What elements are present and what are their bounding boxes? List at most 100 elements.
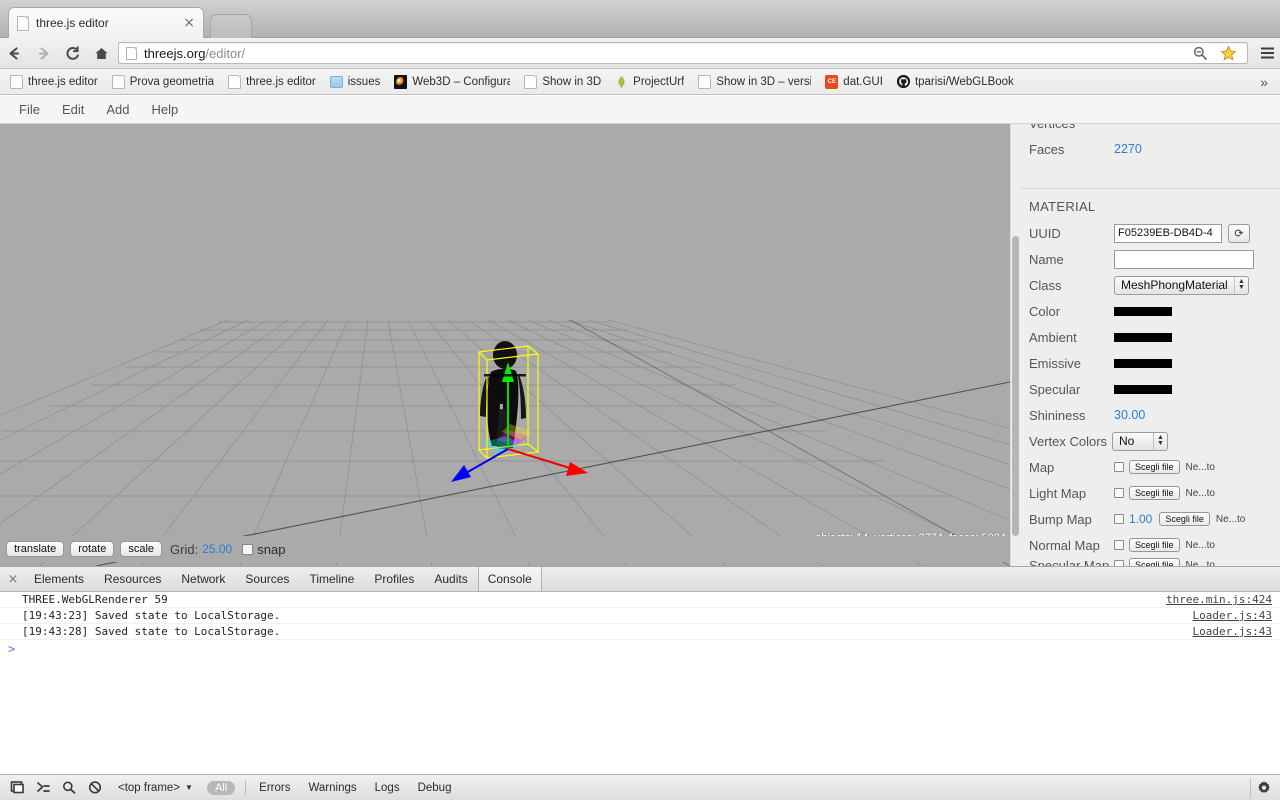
bookmark-item[interactable]: tparisi/WebGLBook: [891, 72, 1020, 92]
bumpmap-enable-checkbox[interactable]: [1114, 514, 1124, 524]
tab-network[interactable]: Network: [171, 567, 235, 591]
normalmap-enable-checkbox[interactable]: [1114, 540, 1124, 550]
uuid-refresh-icon[interactable]: ⟳: [1228, 223, 1250, 243]
uuid-input[interactable]: F05239EB-DB4D-4: [1114, 223, 1222, 243]
tab-elements[interactable]: Elements: [24, 567, 94, 591]
material-uuid-row: UUID F05239EB-DB4D-4 ⟳: [1020, 220, 1280, 246]
bookmark-item[interactable]: Show in 3D – version: [692, 72, 817, 92]
faces-label: Faces: [1029, 141, 1065, 157]
color-swatch[interactable]: [1114, 306, 1172, 316]
bumpmap-file-status: Ne...to: [1215, 513, 1246, 525]
browser-navigation-bar: threejs.org/editor/: [0, 38, 1280, 69]
vertexcolors-select[interactable]: No ▲ ▼: [1112, 431, 1168, 451]
tab-console[interactable]: Console: [477, 567, 542, 591]
console-source-link[interactable]: Loader.js:43: [1193, 608, 1272, 624]
sidebar-scrollbar-thumb[interactable]: [1012, 236, 1019, 536]
scale-button[interactable]: scale: [120, 541, 163, 557]
console-source-link[interactable]: three.min.js:424: [1166, 592, 1272, 608]
bookmark-item[interactable]: CE dat.GUI: [819, 72, 889, 92]
ambient-swatch[interactable]: [1114, 332, 1172, 342]
material-class-row: Class MeshPhongMaterial ▲ ▼: [1020, 272, 1280, 298]
tab-title: three.js editor: [36, 16, 109, 30]
snap-checkbox[interactable]: [242, 543, 254, 555]
star-icon[interactable]: [1214, 39, 1243, 68]
emissive-swatch[interactable]: [1114, 358, 1172, 368]
filter-logs[interactable]: Logs: [366, 782, 409, 794]
tab-sources[interactable]: Sources: [235, 567, 299, 591]
specular-label: Specular: [1029, 381, 1081, 397]
close-icon[interactable]: ×: [183, 16, 195, 30]
specular-swatch[interactable]: [1114, 384, 1172, 394]
console-output[interactable]: THREE.WebGLRenderer 59 three.min.js:424 …: [0, 592, 1280, 773]
bookmarks-overflow-icon[interactable]: »: [1252, 74, 1276, 90]
bookmark-item[interactable]: ProjectUrf: [609, 72, 690, 92]
bookmark-item[interactable]: three.js editor: [4, 72, 104, 92]
gear-icon[interactable]: [1250, 777, 1276, 798]
bookmark-item[interactable]: three.js editor: [222, 72, 322, 92]
filter-all-pill[interactable]: All: [206, 780, 236, 795]
filter-errors[interactable]: Errors: [250, 782, 299, 794]
browser-tab[interactable]: three.js editor ×: [8, 7, 204, 38]
class-select[interactable]: MeshPhongMaterial ▲ ▼: [1114, 275, 1249, 295]
hamburger-menu-icon[interactable]: [1254, 39, 1280, 68]
sidebar-scrollbar[interactable]: [1011, 124, 1020, 566]
menu-file[interactable]: File: [8, 98, 51, 121]
map-enable-checkbox[interactable]: [1114, 462, 1124, 472]
new-tab-button[interactable]: [210, 14, 252, 38]
lightmap-file-button[interactable]: Scegli file: [1129, 486, 1180, 500]
console-row: [19:43:28] Saved state to LocalStorage. …: [0, 624, 1280, 640]
filter-debug[interactable]: Debug: [409, 782, 461, 794]
devtools-close-icon[interactable]: ×: [2, 567, 24, 591]
material-specularmap-row: Specular Map Scegli file Ne...to: [1020, 558, 1280, 566]
bookmark-item[interactable]: Show in 3D: [518, 72, 607, 92]
menu-add[interactable]: Add: [95, 98, 140, 121]
console-prompt[interactable]: >: [0, 640, 1280, 658]
back-icon[interactable]: [0, 39, 29, 68]
bookmarks-bar: three.js editor Prova geometria three.js…: [0, 69, 1280, 95]
tab-profiles[interactable]: Profiles: [364, 567, 424, 591]
menu-edit[interactable]: Edit: [51, 98, 95, 121]
3d-viewport[interactable]: objects: 14, vertices: 2774, faces: 5004: [0, 124, 1010, 566]
bookmark-label: issues: [347, 75, 381, 88]
faces-value: 2270: [1114, 142, 1142, 156]
class-select-value: MeshPhongMaterial: [1121, 278, 1228, 292]
devtools-panel: × Elements Resources Network Sources Tim…: [0, 566, 1280, 800]
devtools-statusbar: <top frame> ▼ All Errors Warnings Logs D…: [0, 774, 1280, 800]
search-icon[interactable]: [56, 778, 82, 798]
reload-icon[interactable]: [58, 39, 87, 68]
name-input[interactable]: [1114, 249, 1254, 269]
bumpmap-file-button[interactable]: Scegli file: [1159, 512, 1210, 526]
rotate-button[interactable]: rotate: [70, 541, 115, 557]
normalmap-file-button[interactable]: Scegli file: [1129, 538, 1180, 552]
menu-help[interactable]: Help: [141, 98, 190, 121]
address-bar[interactable]: threejs.org/editor/: [118, 42, 1248, 64]
console-drawer-icon[interactable]: [30, 778, 56, 798]
lightmap-enable-checkbox[interactable]: [1114, 488, 1124, 498]
doc-icon: [228, 74, 242, 89]
tab-audits[interactable]: Audits: [424, 567, 477, 591]
bookmark-item[interactable]: Web3D – Configurat: [388, 72, 516, 92]
tab-timeline[interactable]: Timeline: [299, 567, 364, 591]
shininess-value[interactable]: 30.00: [1114, 408, 1145, 422]
devtools-tabbar: × Elements Resources Network Sources Tim…: [0, 567, 1280, 592]
map-file-button[interactable]: Scegli file: [1129, 460, 1180, 474]
material-section-heading: MATERIAL: [1029, 199, 1096, 214]
console-source-link[interactable]: Loader.js:43: [1193, 624, 1272, 640]
shininess-label: Shininess: [1029, 407, 1086, 423]
normalmap-label: Normal Map: [1029, 537, 1100, 553]
clear-console-icon[interactable]: [82, 778, 108, 798]
forward-icon[interactable]: [29, 39, 58, 68]
grid-value[interactable]: 25.00: [202, 542, 232, 556]
specularmap-file-button[interactable]: Scegli file: [1129, 558, 1180, 566]
dock-icon[interactable]: [4, 778, 30, 798]
translate-button[interactable]: translate: [6, 541, 65, 557]
tab-resources[interactable]: Resources: [94, 567, 171, 591]
zoom-out-icon[interactable]: [1185, 39, 1214, 68]
lightmap-file-status: Ne...to: [1185, 487, 1215, 499]
home-icon[interactable]: [87, 39, 116, 68]
bookmark-item[interactable]: Prova geometria: [106, 72, 220, 92]
filter-warnings[interactable]: Warnings: [299, 782, 365, 794]
bookmark-item[interactable]: issues: [324, 72, 387, 92]
frame-selector[interactable]: <top frame> ▼: [108, 782, 201, 794]
bumpmap-scale-value[interactable]: 1.00: [1129, 512, 1152, 526]
